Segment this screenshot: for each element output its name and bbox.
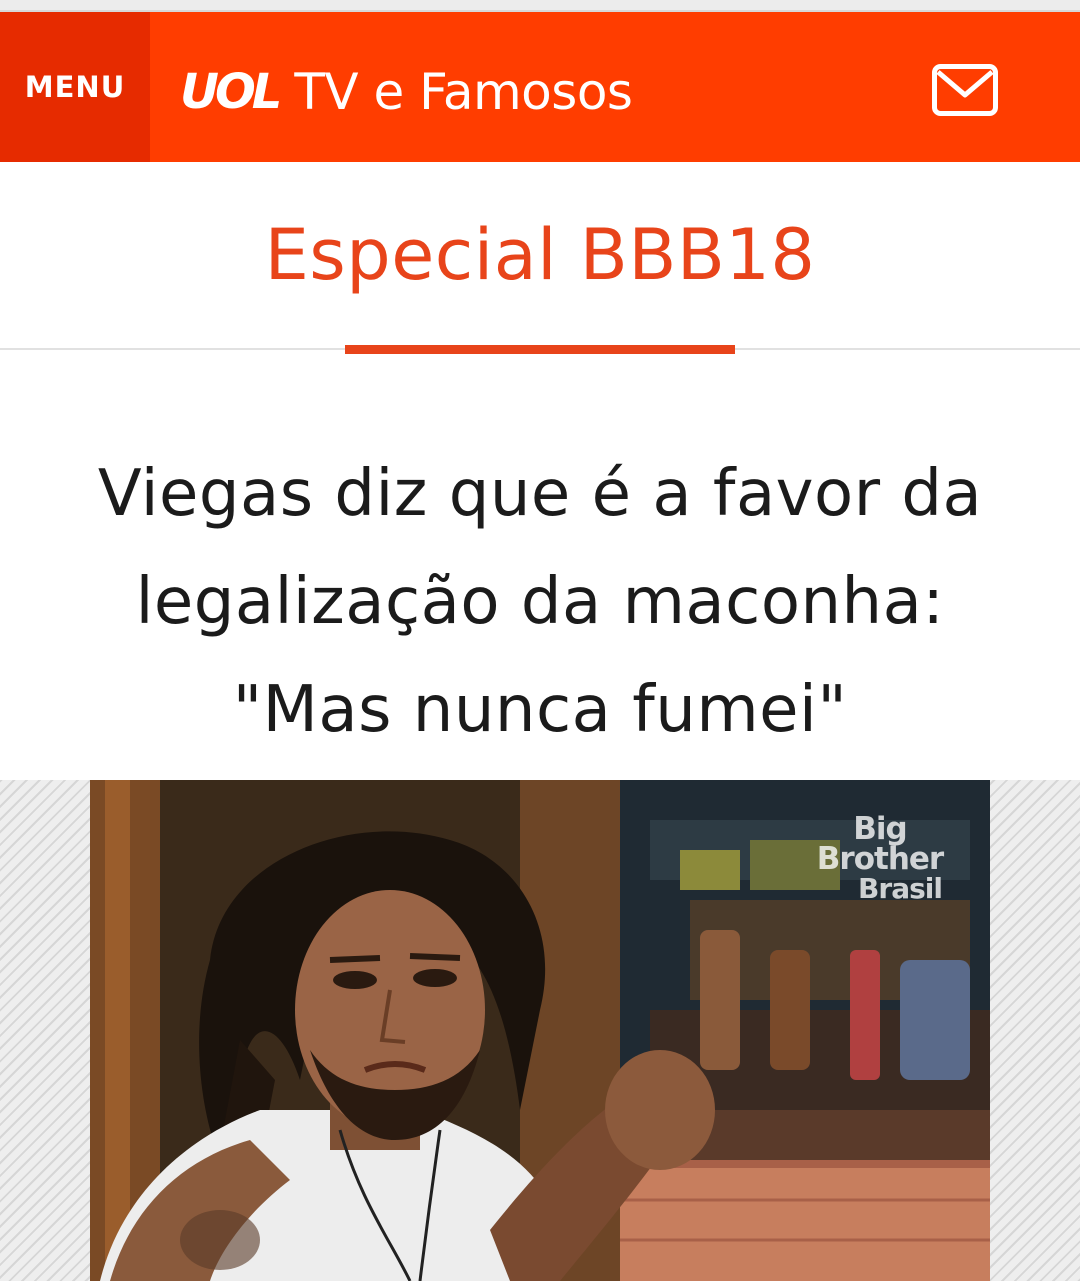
section-title[interactable]: Especial BBB18	[0, 214, 1080, 296]
headline-line: "Mas nunca fumei"	[232, 673, 848, 747]
watermark-line1: Big Brother	[816, 811, 944, 877]
media-area: Big Brother Brasil	[0, 780, 1080, 1281]
site-header: MENU UOL TV e Famosos	[0, 12, 1080, 162]
headline-line: legalização da maconha:	[135, 565, 945, 639]
watermark-line2: Brasil	[858, 872, 943, 905]
section-header: Especial BBB18	[0, 162, 1080, 352]
section-underline	[345, 345, 735, 354]
article-photo[interactable]: Big Brother Brasil	[90, 780, 990, 1281]
envelope-icon[interactable]	[932, 64, 998, 116]
menu-button[interactable]: MENU	[0, 12, 150, 162]
uol-logo[interactable]: UOL	[180, 64, 282, 120]
browser-top-edge	[0, 0, 1080, 12]
watermark-logo: Big Brother Brasil	[790, 814, 970, 904]
article-headline: Viegas diz que é a favor da legalização …	[20, 440, 1060, 764]
brand-section-name: TV e Famosos	[294, 63, 633, 121]
headline-line: Viegas diz que é a favor da	[97, 457, 983, 531]
brand[interactable]: UOL TV e Famosos	[180, 52, 633, 132]
